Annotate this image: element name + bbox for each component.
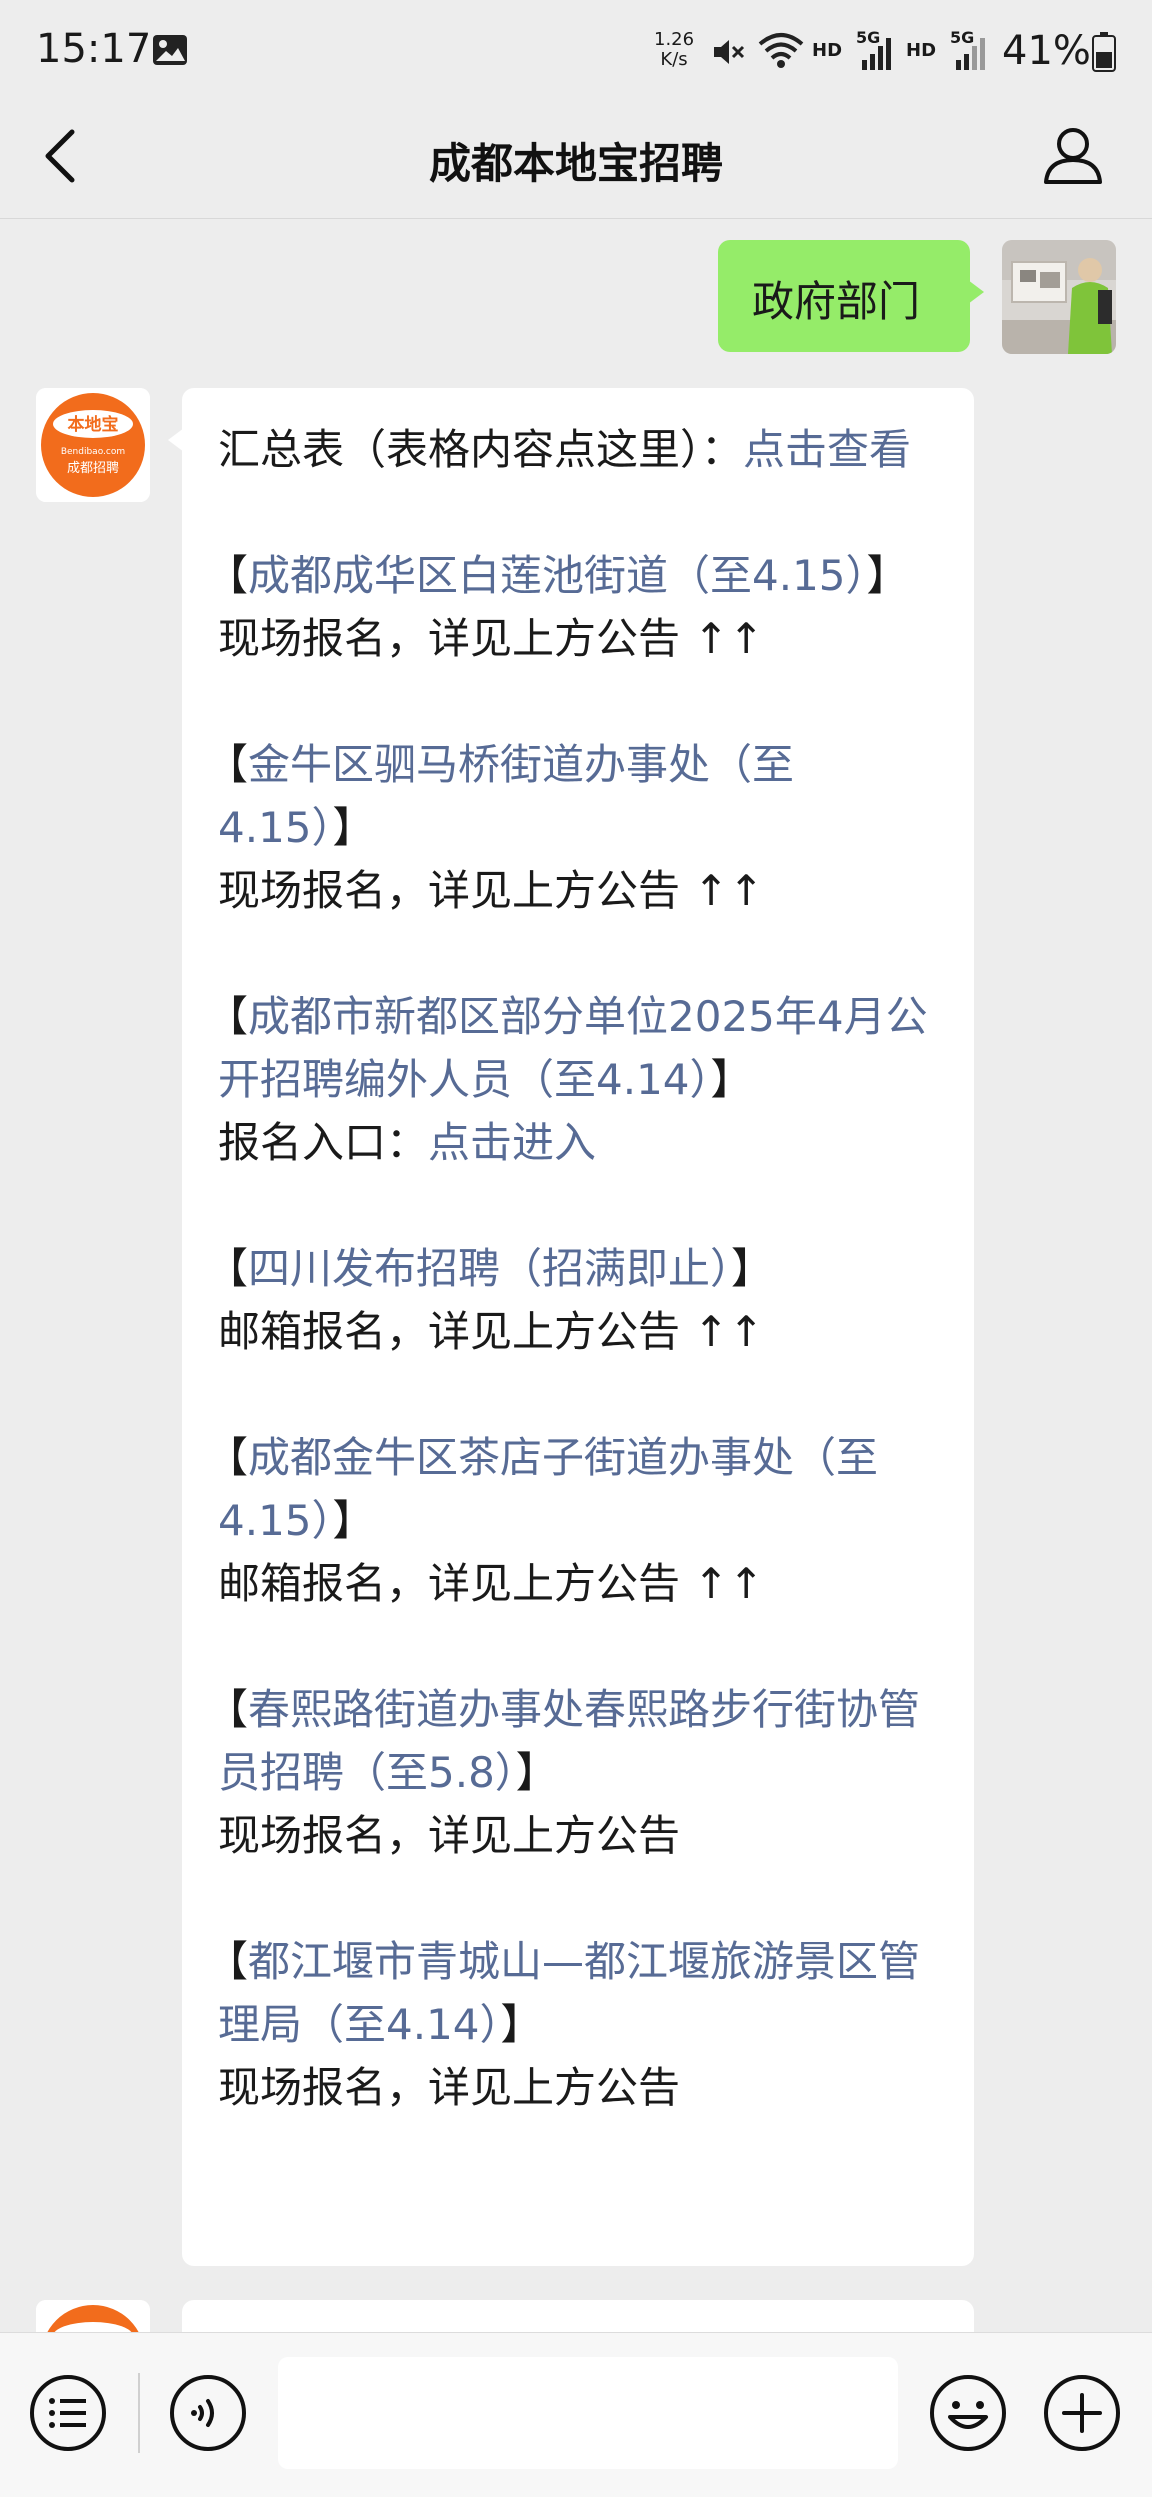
network-speed-value: 1.26: [654, 29, 695, 50]
wifi-icon: [758, 33, 804, 68]
job-link[interactable]: 春熙路街道办事处春熙路步行街协管员招聘（至5.8）: [218, 1685, 920, 1797]
job-link[interactable]: 金牛区驷马桥街道办事处（至4.15）: [218, 740, 794, 852]
voice-icon[interactable]: [168, 2373, 248, 2453]
bracket-open: 【: [206, 740, 249, 789]
message-input[interactable]: [278, 2357, 898, 2469]
chat-input-bar: [0, 2332, 1152, 2497]
job-note-label: 报名入口：: [218, 1118, 429, 1167]
logo-subtitle: 成都招聘: [67, 461, 119, 476]
bracket-close: 】: [332, 1496, 375, 1545]
job-note: 现场报名，详见上方公告: [218, 1811, 681, 1860]
battery-icon: [1092, 32, 1116, 72]
user-icon[interactable]: [1040, 122, 1106, 188]
summary-line: 汇总表（表格内容点这里）：点击查看: [218, 418, 942, 481]
job-note: 现场报名，详见上方公告 ↑↑: [218, 866, 764, 915]
job-link[interactable]: 成都金牛区茶店子街道办事处（至4.15）: [218, 1433, 878, 1545]
official-account-avatar[interactable]: 本地宝 Bendibao.com 成都招聘: [36, 388, 150, 502]
network-speed-unit: K/s: [660, 49, 688, 70]
mute-icon: [714, 40, 745, 64]
received-message-bubble: 汇总表（表格内容点这里）：点击查看 【成都成华区白莲池街道（至4.15）】 现场…: [168, 388, 974, 2266]
signal-icon-2: [956, 38, 985, 70]
my-avatar[interactable]: [1002, 240, 1116, 354]
job-link[interactable]: 四川发布招聘（招满即止）: [248, 1244, 731, 1293]
sent-message-text: 政府部门: [752, 277, 921, 326]
job-note: 邮箱报名，详见上方公告 ↑↑: [218, 1559, 764, 1608]
bendibao-logo: 本地宝 Bendibao.com 成都招聘: [36, 388, 150, 502]
add-icon[interactable]: [1042, 2373, 1122, 2453]
bracket-close: 】: [710, 1055, 753, 1104]
logo-text: 本地宝: [68, 414, 119, 435]
image-icon: [153, 35, 187, 65]
bracket-close: 】: [500, 2000, 543, 2049]
avatar-photo: [1002, 240, 1116, 354]
chat-header: 成都本地宝招聘: [0, 100, 1152, 219]
network-speed: 1.26 K/s: [654, 30, 694, 70]
emoji-icon[interactable]: [928, 2373, 1008, 2453]
bracket-open: 【: [206, 1685, 249, 1734]
summary-label: 汇总表（表格内容点这里）：: [218, 425, 744, 474]
divider: [138, 2373, 140, 2453]
status-time: 15:17: [36, 26, 152, 72]
list-menu-icon[interactable]: [28, 2373, 108, 2453]
chat-title: 成都本地宝招聘: [428, 139, 723, 188]
status-bar: 15:17 1.26 K/s HD 5G HD 5G 41%: [0, 0, 1152, 100]
job-item: 【春熙路街道办事处春熙路步行街协管员招聘（至5.8）】 现场报名，详见上方公告: [206, 1678, 942, 1867]
signal-icon: [862, 38, 891, 70]
job-item: 【四川发布招聘（招满即止）】 邮箱报名，详见上方公告 ↑↑: [206, 1237, 942, 1363]
bracket-open: 【: [206, 1244, 249, 1293]
battery-percent: 41%: [1002, 28, 1091, 74]
bracket-close: 】: [731, 1244, 774, 1293]
entry-link[interactable]: 点击进入: [428, 1118, 596, 1167]
job-link[interactable]: 成都市新都区部分单位2025年4月公开招聘编外人员（至4.14）: [218, 992, 928, 1104]
job-note: 现场报名，详见上方公告: [218, 2063, 681, 2112]
job-note: 现场报名，详见上方公告 ↑↑: [218, 614, 764, 663]
logo-url: Bendibao.com: [61, 447, 125, 457]
job-item: 【成都成华区白莲池街道（至4.15）】 现场报名，详见上方公告 ↑↑: [206, 544, 942, 670]
bracket-open: 【: [206, 1433, 249, 1482]
summary-link[interactable]: 点击查看: [743, 425, 911, 474]
bracket-open: 【: [206, 992, 249, 1041]
bracket-close: 】: [515, 1748, 558, 1797]
job-item: 【成都金牛区茶店子街道办事处（至4.15）】 邮箱报名，详见上方公告 ↑↑: [206, 1426, 942, 1615]
job-link[interactable]: 都江堰市青城山—都江堰旅游景区管理局（至4.14）: [218, 1937, 920, 2049]
job-note: 邮箱报名，详见上方公告 ↑↑: [218, 1307, 764, 1356]
job-item: 【成都市新都区部分单位2025年4月公开招聘编外人员（至4.14）】 报名入口：…: [206, 985, 942, 1174]
job-item: 【金牛区驷马桥街道办事处（至4.15）】 现场报名，详见上方公告 ↑↑: [206, 733, 942, 922]
job-item: 【都江堰市青城山—都江堰旅游景区管理局（至4.14）】 现场报名，详见上方公告: [206, 1930, 942, 2119]
hd-label-2: HD: [906, 40, 937, 61]
hd-label-1: HD: [812, 40, 843, 61]
job-link[interactable]: 成都成华区白莲池街道（至4.15）: [248, 551, 867, 600]
sent-message-bubble[interactable]: 政府部门: [718, 240, 984, 352]
bracket-open: 【: [206, 1937, 249, 1986]
bracket-close: 】: [332, 803, 375, 852]
bracket-close: 】: [866, 551, 909, 600]
bracket-open: 【: [206, 551, 249, 600]
